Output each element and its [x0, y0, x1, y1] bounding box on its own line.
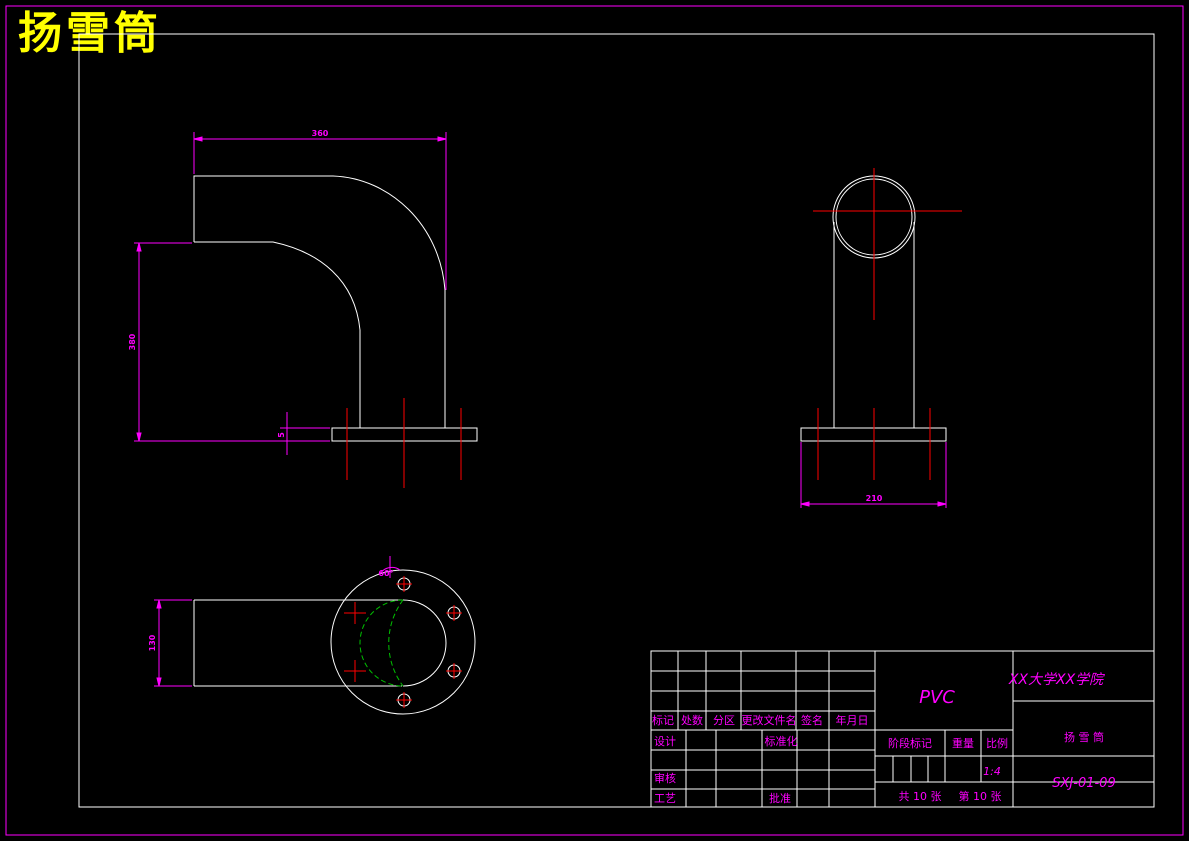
tb-design-label: 设计 [654, 735, 676, 748]
top-centerlines [344, 576, 462, 708]
dim-front-width: 360 [312, 129, 329, 138]
tb-sheets-total: 共 10 张 [899, 790, 942, 803]
tb-header-change-doc: 更改文件名 [742, 713, 797, 727]
dim-front-height: 380 [128, 333, 137, 350]
tb-header-count: 处数 [681, 714, 703, 727]
tb-weight-label: 重量 [952, 736, 974, 750]
front-dimensions [134, 132, 447, 455]
tb-approve-label: 批准 [769, 791, 791, 805]
inner-frame [78, 33, 1155, 808]
tb-material: PVC [919, 687, 955, 708]
tb-header-sign: 签名 [801, 713, 823, 727]
tb-drawing-no: SXJ-01-09 [1052, 776, 1115, 791]
dim-side-flange-width: 210 [866, 494, 883, 503]
top-hidden-circles [359, 599, 404, 687]
outer-border [5, 5, 1184, 836]
tb-part-name: 扬 雪 筒 [1064, 730, 1104, 744]
drawing-canvas: 360 380 5 210 130 60° 标记 处数 分区 更改文件名 签名 … [5, 5, 1184, 836]
tb-process-label: 工艺 [654, 792, 676, 805]
tb-header-zone: 分区 [713, 714, 735, 727]
tb-standard-label: 标准化 [765, 734, 798, 748]
tb-review-label: 审核 [654, 771, 676, 785]
tb-stage-label: 阶段标记 [888, 736, 932, 750]
dim-top-width: 130 [148, 634, 157, 651]
front-view [193, 175, 478, 442]
tb-ratio-label: 比例 [986, 736, 1008, 750]
tb-school: XX大学XX学院 [1008, 672, 1105, 688]
dim-flange-thickness: 5 [277, 432, 286, 438]
tb-header-mark: 标记 [652, 713, 674, 727]
front-centerlines [346, 398, 462, 488]
side-centerlines [813, 168, 962, 480]
top-dimensions [154, 556, 401, 687]
dim-angle: 60° [378, 569, 393, 578]
top-view [193, 569, 476, 715]
tb-sheet-no: 第 10 张 [959, 789, 1002, 803]
tb-header-date: 年月日 [836, 713, 869, 727]
tb-scale: 1:4 [983, 765, 1001, 778]
